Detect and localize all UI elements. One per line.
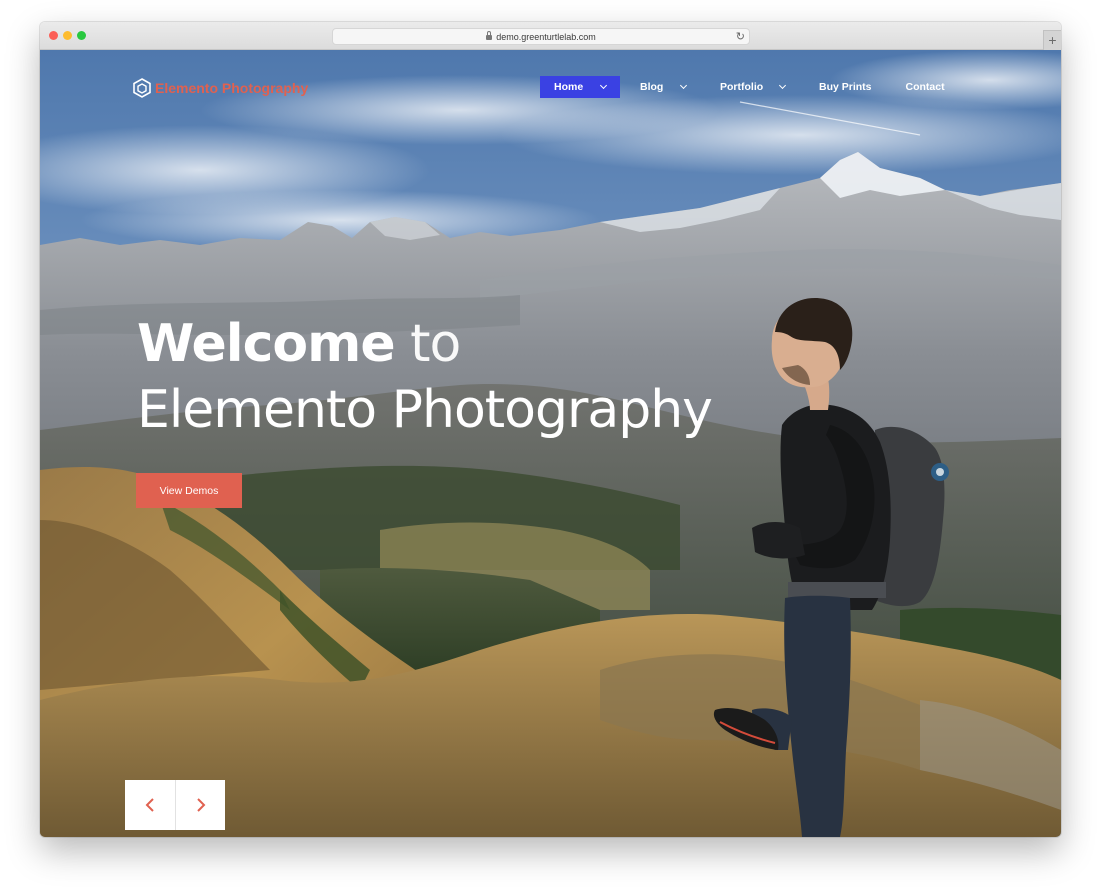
chevron-left-icon [145, 798, 154, 812]
lock-icon [486, 31, 493, 40]
reload-icon[interactable]: ↻ [736, 30, 745, 43]
main-navigation: Home Blog Portfolio Buy Prints Contact [540, 76, 945, 98]
zoom-window-button[interactable] [77, 31, 86, 40]
chevron-down-icon [599, 81, 608, 90]
next-slide-button[interactable] [175, 780, 225, 830]
nav-item-label: Blog [640, 81, 664, 93]
hero-section: Elemento Photography Home Blog Portfolio… [40, 50, 1061, 837]
nav-item-label: Contact [905, 81, 945, 93]
chevron-down-icon [679, 81, 688, 90]
browser-titlebar: demo.greenturtlelab.com ↻ + [40, 22, 1061, 50]
headline-light-text: to [410, 314, 461, 374]
previous-slide-button[interactable] [125, 780, 175, 830]
view-demos-button[interactable]: View Demos [136, 473, 242, 508]
close-window-button[interactable] [49, 31, 58, 40]
nav-item-buy-prints[interactable]: Buy Prints [819, 76, 872, 98]
address-bar[interactable]: demo.greenturtlelab.com ↻ [332, 28, 750, 45]
nav-item-blog[interactable]: Blog [640, 76, 688, 98]
nav-item-label: Home [554, 81, 584, 93]
nav-item-label: Buy Prints [819, 81, 872, 93]
headline-line-2: Elemento Photography [137, 380, 713, 440]
new-tab-button[interactable]: + [1043, 30, 1061, 50]
logo-text: Elemento Photography [155, 80, 309, 96]
hero-headline: Welcome to Elemento Photography [137, 318, 713, 440]
nav-item-portfolio[interactable]: Portfolio [720, 76, 787, 98]
nav-item-label: Portfolio [720, 81, 764, 93]
headline-bold-text: Welcome [137, 314, 396, 374]
nav-item-home[interactable]: Home [540, 76, 620, 98]
site-logo[interactable]: Elemento Photography [132, 78, 308, 98]
minimize-window-button[interactable] [63, 31, 72, 40]
hexagon-logo-icon [133, 78, 151, 98]
url-text: demo.greenturtlelab.com [496, 31, 596, 42]
nav-item-contact[interactable]: Contact [906, 76, 945, 98]
browser-window: demo.greenturtlelab.com ↻ + Elemento Pho… [40, 22, 1061, 837]
slider-navigation [125, 780, 225, 830]
hero-background-image [40, 50, 1061, 837]
chevron-down-icon [778, 81, 787, 90]
chevron-right-icon [196, 798, 205, 812]
